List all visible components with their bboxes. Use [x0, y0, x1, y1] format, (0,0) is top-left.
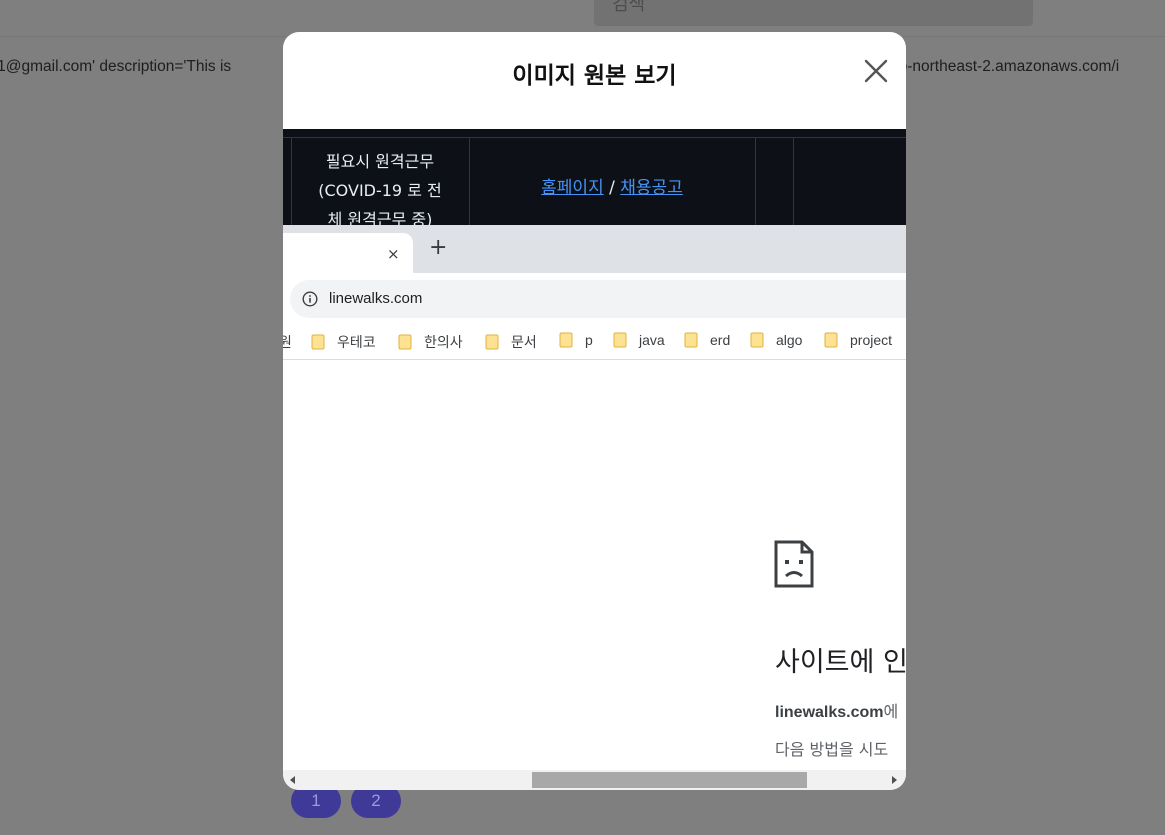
url-field[interactable]: linewalks.com	[290, 280, 906, 318]
url-text: linewalks.com	[329, 290, 423, 307]
folder-icon	[750, 332, 764, 348]
info-icon	[302, 291, 318, 307]
image-viewer-modal: 이미지 원본 보기 필요시 원격근무 (COVID-19 로 전 체 원격근무 …	[283, 32, 906, 790]
modal-title: 이미지 원본 보기	[512, 63, 677, 89]
bookmark-item[interactable]: algo	[750, 332, 802, 352]
folder-icon	[559, 332, 573, 348]
bookmark-item[interactable]: project	[824, 332, 892, 352]
bookmark-item[interactable]: 우테코	[311, 332, 376, 352]
bookmark-item[interactable]: 한의사	[398, 332, 463, 352]
browser-tab[interactable]: ×	[283, 233, 413, 273]
captured-table-region: 필요시 원격근무 (COVID-19 로 전 체 원격근무 중) 홈페이지 / …	[283, 129, 906, 229]
browser-tab-strip: × +	[283, 225, 906, 273]
background-text-left: r1@gmail.com' description='This is	[0, 58, 232, 75]
horizontal-scrollbar[interactable]	[283, 770, 906, 790]
bookmark-item[interactable]: java	[613, 332, 665, 352]
image-scroll-viewport[interactable]: 필요시 원격근무 (COVID-19 로 전 체 원격근무 중) 홈페이지 / …	[283, 129, 906, 770]
folder-icon	[613, 332, 627, 348]
folder-icon	[824, 332, 838, 348]
bookmark-item[interactable]: p	[559, 332, 593, 352]
background-text-right: ap-northeast-2.amazonaws.com/i	[906, 58, 1120, 75]
new-tab-icon[interactable]: +	[429, 235, 447, 260]
bookmark-item[interactable]: erd	[684, 332, 730, 352]
tab-close-icon[interactable]: ×	[387, 245, 400, 263]
scrollbar-thumb[interactable]	[532, 772, 807, 788]
scroll-right-icon[interactable]	[892, 776, 897, 784]
close-icon	[864, 59, 888, 83]
scroll-left-icon[interactable]	[290, 776, 295, 784]
search-input[interactable]: 검색	[594, 0, 1033, 26]
jobs-link[interactable]: 채용공고	[620, 178, 683, 198]
bookmark-item[interactable]: 문서	[485, 332, 537, 352]
sad-page-icon	[774, 540, 814, 588]
table-cell-remote-work: 필요시 원격근무 (COVID-19 로 전 체 원격근무 중)	[318, 152, 442, 229]
homepage-link[interactable]: 홈페이지	[541, 178, 604, 198]
close-button[interactable]	[861, 56, 891, 86]
folder-icon	[398, 334, 412, 350]
bookmarks-bar: 원 우테코 한의사 문서 p java erd algo project	[283, 325, 906, 360]
browser-address-bar: linewalks.com	[283, 273, 906, 325]
table-cell-links: 홈페이지 / 채용공고	[469, 173, 755, 198]
error-host: linewalks.com에	[775, 704, 899, 721]
link-separator: /	[603, 178, 621, 198]
bookmark-item[interactable]: 원	[283, 332, 292, 352]
folder-icon	[485, 334, 499, 350]
error-suggestion: 다음 방법을 시도	[775, 740, 889, 759]
error-title: 사이트에 인	[775, 647, 906, 678]
browser-error-page: 사이트에 인 linewalks.com에 다음 방법을 시도	[283, 360, 906, 770]
folder-icon	[311, 334, 325, 350]
folder-icon	[684, 332, 698, 348]
